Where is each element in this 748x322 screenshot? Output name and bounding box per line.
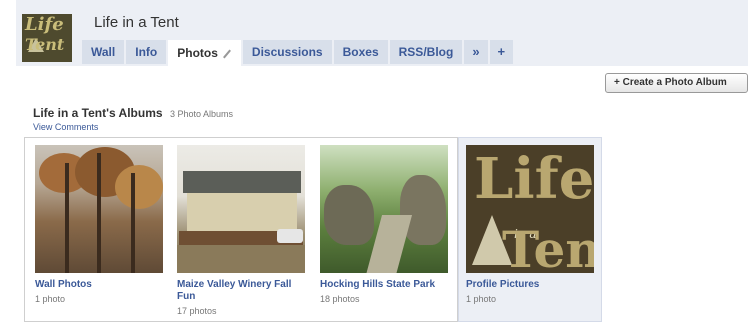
album-photo-count: 1 photo (466, 294, 497, 304)
tab-photos[interactable]: Photos (168, 40, 241, 66)
album-profile-pictures: Life in a Tent Profile Pictures 1 photo (466, 145, 598, 304)
albums-heading: Life in a Tent's Albums 3 Photo Albums (33, 104, 233, 122)
tab-label: Discussions (251, 45, 323, 59)
profile-thumb-text: Tent (502, 220, 594, 274)
album-thumbnail[interactable] (35, 145, 163, 273)
album-photo-count: 18 photos (320, 294, 360, 304)
more-tabs-button[interactable]: » (464, 40, 488, 64)
tab-label: Photos (177, 46, 218, 60)
album-photo-count: 1 photo (35, 294, 66, 304)
logo-text-top: Life (25, 14, 64, 35)
tab-label: RSS/Blog (398, 45, 454, 59)
album-photo-count: 17 photos (177, 306, 217, 316)
tab-wall[interactable]: Wall (82, 40, 125, 64)
albums-count: 3 Photo Albums (170, 109, 234, 119)
profile-thumb-text: Life (474, 146, 594, 212)
album-thumbnail[interactable] (320, 145, 448, 273)
add-tab-button[interactable]: + (489, 40, 514, 64)
album-name[interactable]: Wall Photos (35, 279, 167, 291)
foliage (115, 165, 163, 209)
album-maize-valley: Maize Valley Winery Fall Fun 17 photos (177, 145, 309, 316)
pencil-icon[interactable] (223, 49, 232, 58)
profile-tabs: Wall Info Photos Discussions Boxes RSS/B… (82, 40, 515, 66)
tab-label: Info (135, 45, 158, 59)
album-name[interactable]: Hocking Hills State Park (320, 279, 452, 291)
logo-text-bottom: Tent (25, 35, 65, 54)
tab-label: Boxes (342, 45, 379, 59)
tab-label: Wall (91, 45, 116, 59)
create-photo-album-button[interactable]: + Create a Photo Album (605, 73, 748, 93)
barn-roof (183, 171, 301, 193)
album-name[interactable]: Profile Pictures (466, 279, 598, 291)
tab-boxes[interactable]: Boxes (333, 40, 388, 64)
tree-trunk (97, 153, 101, 273)
view-comments-link[interactable]: View Comments (33, 122, 98, 132)
tab-discussions[interactable]: Discussions (242, 40, 332, 64)
rock (324, 185, 374, 245)
ground (177, 245, 305, 273)
page-logo[interactable]: Life Tent (22, 14, 72, 62)
album-wall-photos: Wall Photos 1 photo (35, 145, 167, 304)
album-thumbnail[interactable]: Life in a Tent (466, 145, 594, 273)
page-title[interactable]: Life in a Tent (94, 14, 179, 31)
tab-rss-blog[interactable]: RSS/Blog (389, 40, 463, 64)
album-name[interactable]: Maize Valley Winery Fall Fun (177, 279, 309, 303)
tree-trunk (131, 173, 135, 273)
rock (400, 175, 446, 245)
page-header: Life Tent Life in a Tent Wall Info Photo… (0, 0, 748, 66)
album-hocking-hills: Hocking Hills State Park 18 photos (320, 145, 452, 304)
car (277, 229, 303, 243)
album-thumbnail[interactable] (177, 145, 305, 273)
albums-title: Life in a Tent's Albums (33, 106, 163, 120)
tree-trunk (65, 163, 69, 273)
tab-info[interactable]: Info (126, 40, 167, 64)
barn-wall (187, 193, 297, 231)
